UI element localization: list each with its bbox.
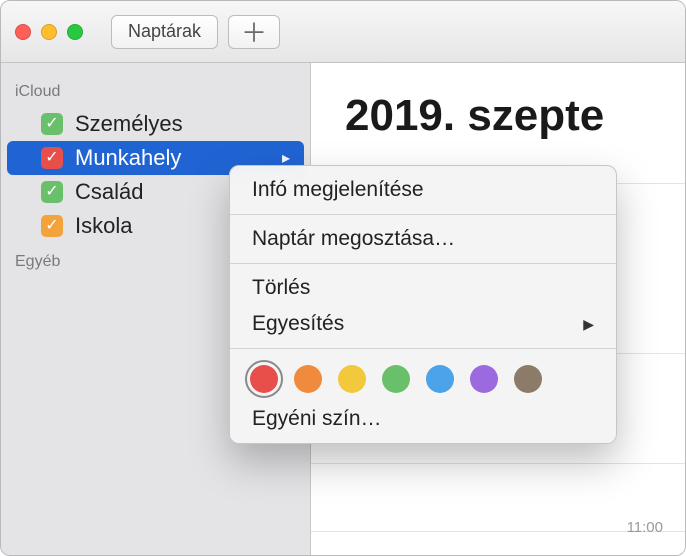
grid-line [311, 463, 685, 464]
sidebar-item-label: Munkahely [75, 145, 181, 171]
titlebar: Naptárak ＋ [1, 1, 685, 63]
checkbox-icon[interactable]: ✓ [41, 181, 63, 203]
ctx-item-label: Infó megjelenítése [252, 178, 424, 202]
ctx-item-label: Naptár megosztása… [252, 227, 455, 251]
color-swatch-brown[interactable] [514, 365, 542, 393]
separator [230, 348, 616, 349]
checkbox-icon[interactable]: ✓ [41, 113, 63, 135]
calendars-button-label: Naptárak [128, 21, 201, 42]
color-swatch-red[interactable] [250, 365, 278, 393]
time-label: 11:00 [627, 519, 663, 536]
separator [230, 263, 616, 264]
ctx-custom-color[interactable]: Egyéni szín… [230, 401, 616, 437]
calendars-button[interactable]: Naptárak [111, 15, 218, 49]
ctx-delete[interactable]: Törlés [230, 270, 616, 306]
checkbox-icon[interactable]: ✓ [41, 215, 63, 237]
ctx-show-info[interactable]: Infó megjelenítése [230, 172, 616, 208]
sidebar-item-label: Személyes [75, 111, 183, 137]
window: Naptárak ＋ iCloud ✓ Személyes ✓ Munkahel… [0, 0, 686, 556]
ctx-item-label: Törlés [252, 276, 310, 300]
zoom-icon[interactable] [67, 24, 83, 40]
chevron-right-icon: ▶ [583, 316, 594, 333]
sidebar-group-icloud: iCloud [1, 73, 310, 107]
minimize-icon[interactable] [41, 24, 57, 40]
add-button[interactable]: ＋ [228, 15, 280, 49]
ctx-item-label: Egyéni szín… [252, 407, 382, 431]
color-swatch-green[interactable] [382, 365, 410, 393]
window-controls [15, 24, 83, 40]
ctx-color-row [230, 355, 616, 401]
sidebar-item-label: Család [75, 179, 143, 205]
color-swatch-yellow[interactable] [338, 365, 366, 393]
context-menu: Infó megjelenítése Naptár megosztása… Tö… [229, 165, 617, 444]
separator [230, 214, 616, 215]
color-swatch-blue[interactable] [426, 365, 454, 393]
plus-icon: ＋ [241, 13, 267, 50]
date-title: 2019. szepte [311, 63, 685, 151]
sidebar-item-label: Iskola [75, 213, 132, 239]
ctx-merge[interactable]: Egyesítés ▶ [230, 306, 616, 342]
sidebar-item-personal[interactable]: ✓ Személyes [1, 107, 310, 141]
color-swatch-purple[interactable] [470, 365, 498, 393]
ctx-share-calendar[interactable]: Naptár megosztása… [230, 221, 616, 257]
checkbox-icon[interactable]: ✓ [41, 147, 63, 169]
color-swatch-orange[interactable] [294, 365, 322, 393]
ctx-item-label: Egyesítés [252, 312, 344, 336]
close-icon[interactable] [15, 24, 31, 40]
